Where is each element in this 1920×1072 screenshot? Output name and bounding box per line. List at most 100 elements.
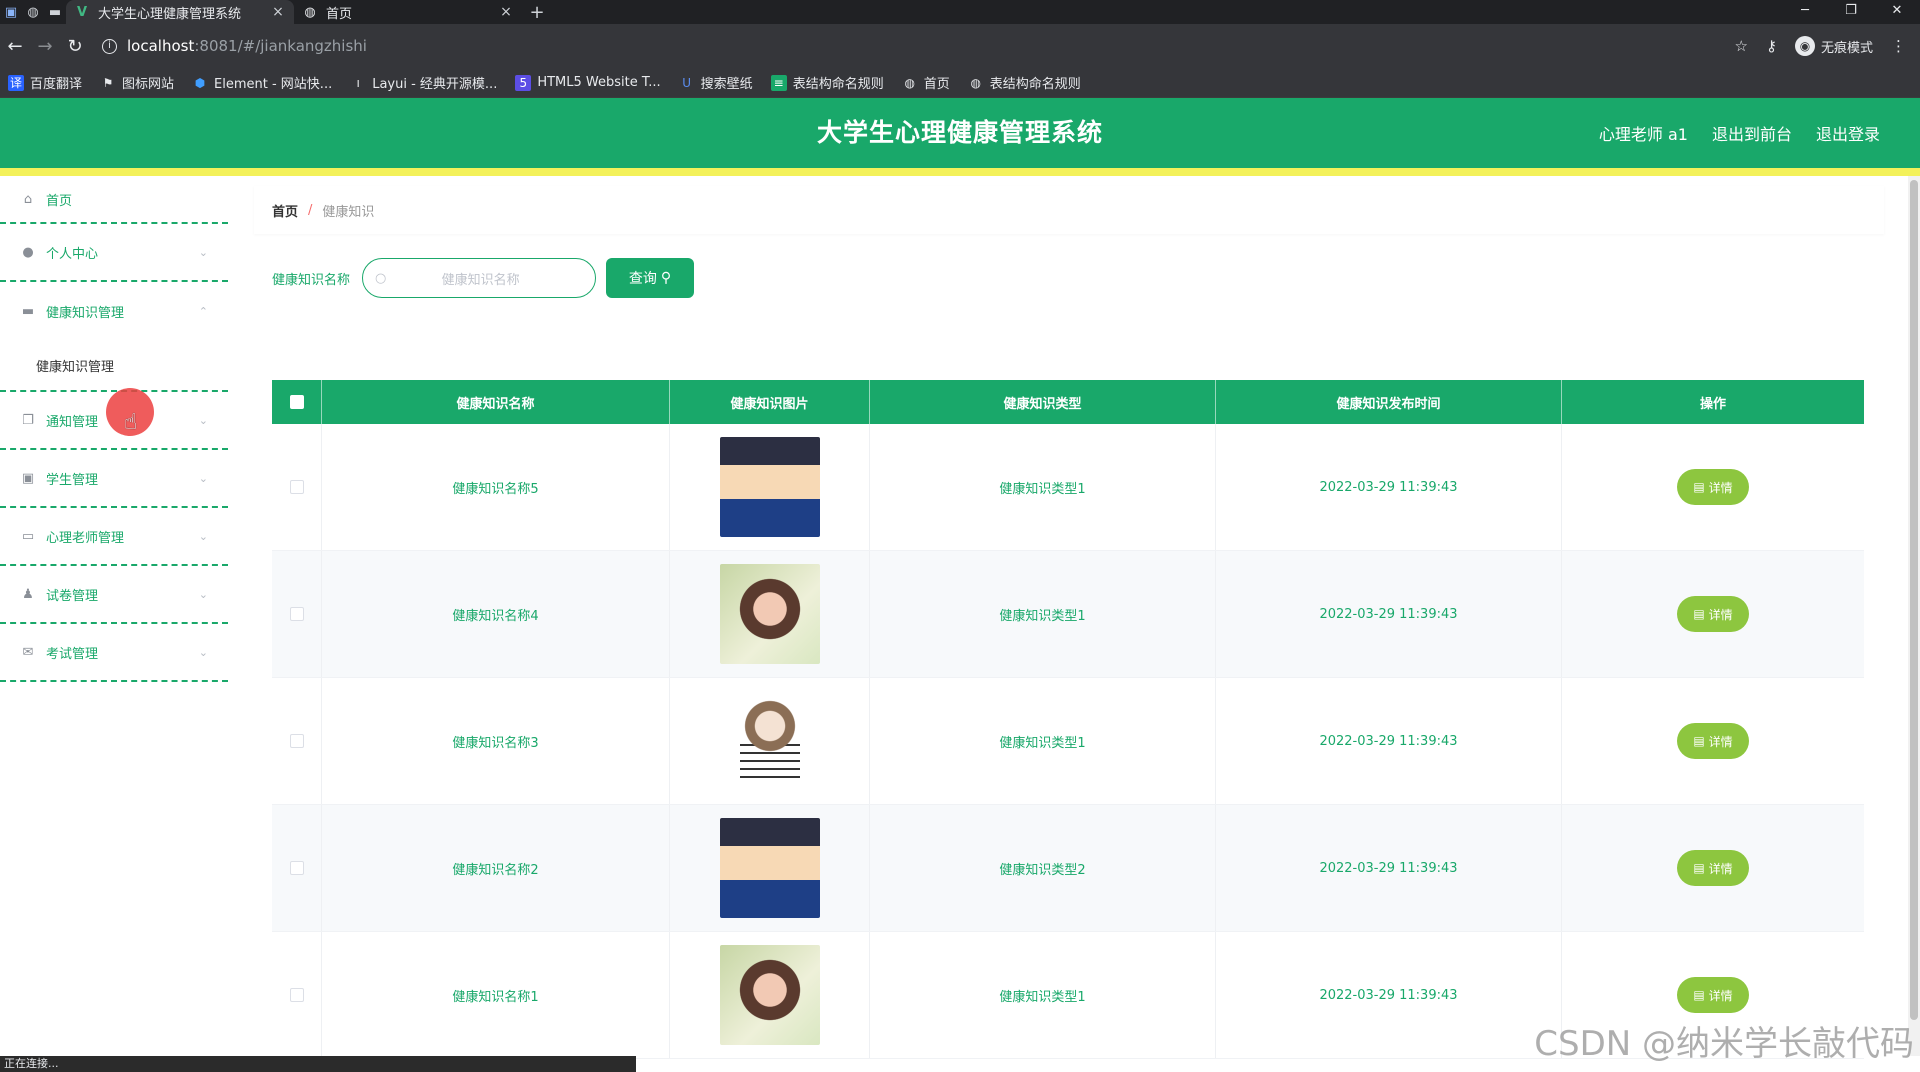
sidebar-item-exams[interactable]: ✉ 考试管理 ⌄ [0,624,228,682]
search-input[interactable]: ○ 健康知识名称 [362,258,597,298]
sidebar-item-label: 健康知识管理 [46,305,125,321]
restore-icon[interactable]: ❐ [1828,0,1874,24]
cell-name: 健康知识名称2 [322,805,670,931]
html5-icon: 5 [515,74,532,91]
key-icon[interactable]: ⚷ [1766,37,1777,55]
knowledge-image [719,691,820,791]
window-controls: ─ ❐ ✕ [1782,0,1920,24]
sidebar-item-label: 试卷管理 [46,588,99,604]
current-user: 心理老师 a1 [1598,125,1688,144]
close-window-icon[interactable]: ✕ [1874,0,1920,24]
back-icon[interactable]: ← [0,36,30,57]
table-header: 健康知识名称 健康知识图片 健康知识类型 健康知识发布时间 操作 [272,380,1864,424]
tab-search-icon[interactable]: ▣ [0,0,22,24]
table-row: 健康知识名称5 健康知识类型1 2022-03-29 11:39:43 ▤ 详情 [272,424,1864,551]
search-label: 健康知识名称 [272,272,351,288]
page-scrollbar[interactable] [1908,176,1920,1056]
incognito-indicator[interactable]: ◉ 无痕模式 [1794,36,1873,56]
browser-tab-active[interactable]: V 大学生心理健康管理系统 × [66,0,294,24]
minimize-icon[interactable]: ─ [1782,0,1828,24]
query-button[interactable]: 查询 ⚲ [606,258,695,298]
document-icon: ▤ [1693,988,1705,1002]
sidebar-item-label: 学生管理 [46,472,99,488]
main-content: 首页 / 健康知识 健康知识名称 ○ 健康知识名称 查询 ⚲ 健康知识名称 健康… [248,176,1910,1059]
row-checkbox[interactable] [289,480,304,494]
logout-link[interactable]: 退出登录 [1816,121,1880,145]
submenu-item-health-knowledge[interactable]: 健康知识管理 [0,340,228,392]
mail-icon: ✉ [22,644,34,660]
home-icon: ⌂ [23,191,33,207]
detail-label: 详情 [1708,734,1733,749]
incognito-label: 无痕模式 [1820,40,1873,56]
cell-name: 健康知识名称4 [322,551,670,677]
row-checkbox[interactable] [289,607,304,621]
select-all-checkbox[interactable] [289,395,304,409]
globe-icon: ◍ [970,75,981,90]
bookmark-label: 首页 [923,77,950,92]
search-form: 健康知识名称 ○ 健康知识名称 查询 ⚲ [272,258,695,298]
bookmark[interactable]: ◍ 表结构命名规则 [968,73,1081,93]
user-icon: ● [22,244,34,260]
col-header: 健康知识发布时间 [1216,380,1562,424]
more-menu-icon[interactable]: ⋮ [1891,37,1906,55]
bookmark-label: 百度翻译 [30,77,83,92]
sidebar-item-home[interactable]: ⌂ 首页 [0,176,228,224]
forward-icon[interactable]: → [30,36,60,57]
breadcrumb: 首页 / 健康知识 [254,186,1884,234]
sidebar-item-profile[interactable]: ● 个人中心 ⌄ [0,224,228,282]
flag-icon: ⚑ [102,75,114,90]
chevron-down-icon: ⌄ [198,471,208,485]
info-icon[interactable]: i [102,38,117,54]
detail-button[interactable]: ▤ 详情 [1677,723,1749,759]
search-icon: ○ [375,270,387,286]
globe-icon[interactable]: ◍ [22,0,44,24]
detail-button[interactable]: ▤ 详情 [1677,850,1749,886]
cell-time: 2022-03-29 11:39:43 [1216,932,1562,1058]
bookmark[interactable]: U 搜索壁纸 [679,73,752,93]
new-tab-button[interactable]: + [522,2,552,23]
globe-icon: ◍ [304,4,316,20]
breadcrumb-home[interactable]: 首页 [272,201,298,220]
cell-name: 健康知识名称5 [322,424,670,550]
sidebar-item-health-knowledge[interactable]: ▬ 健康知识管理 ⌃ [0,282,228,340]
bookmark[interactable]: 译百度翻译 [8,73,82,92]
sidebar-item-papers[interactable]: ♟ 试卷管理 ⌄ [0,566,228,624]
tab-title: 首页 [326,6,353,22]
scrollbar-thumb[interactable] [1910,180,1918,1020]
window-icon[interactable]: ▬ [44,0,66,24]
bookmark[interactable]: ◍ 首页 [902,73,950,93]
bookmark[interactable]: ⬢ Element - 网站快... [192,73,332,93]
wallpaper-icon: U [682,75,692,90]
cell-time: 2022-03-29 11:39:43 [1216,424,1562,550]
detail-button[interactable]: ▤ 详情 [1677,596,1749,632]
star-icon[interactable]: ☆ [1735,37,1748,55]
sidebar-item-teachers[interactable]: ▭ 心理老师管理 ⌄ [0,508,228,566]
translate-icon: 译 [8,74,24,91]
row-checkbox[interactable] [289,734,304,748]
element-icon: ⬢ [194,75,206,90]
bookmark[interactable]: ı Layui - 经典开源模... [350,73,498,93]
browser-tab[interactable]: ◍ 首页 × [294,0,522,24]
status-bar: 正在连接... [0,1056,636,1072]
bookmark[interactable]: 5 HTML5 Website T... [515,74,661,91]
bookmark-label: 表结构命名规则 [989,77,1081,92]
sidebar-item-students[interactable]: ▣ 学生管理 ⌄ [0,450,228,508]
cell-type: 健康知识类型1 [870,424,1216,550]
exit-to-front-link[interactable]: 退出到前台 [1712,121,1792,145]
detail-button[interactable]: ▤ 详情 [1677,977,1749,1013]
document-icon: ▤ [1693,861,1705,875]
bookmark[interactable]: ⚑ 图标网站 [100,73,174,93]
tab-title: 大学生心理健康管理系统 [98,6,242,22]
table-row: 健康知识名称3 健康知识类型1 2022-03-29 11:39:43 ▤ 详情 [272,678,1864,805]
bookmark-label: HTML5 Website T... [537,75,661,90]
close-icon[interactable]: × [270,4,286,20]
row-checkbox[interactable] [289,861,304,875]
detail-button[interactable]: ▤ 详情 [1677,469,1749,505]
reload-icon[interactable]: ↻ [60,36,90,57]
row-checkbox[interactable] [289,988,304,1002]
url-field[interactable]: i localhost:8081/#/jiankangzhishi [94,31,1735,61]
close-icon[interactable]: × [498,4,514,20]
bookmark[interactable]: ≡ 表结构命名规则 [770,73,884,92]
col-header: 健康知识名称 [322,380,670,424]
sidebar-item-label: 通知管理 [46,414,99,430]
